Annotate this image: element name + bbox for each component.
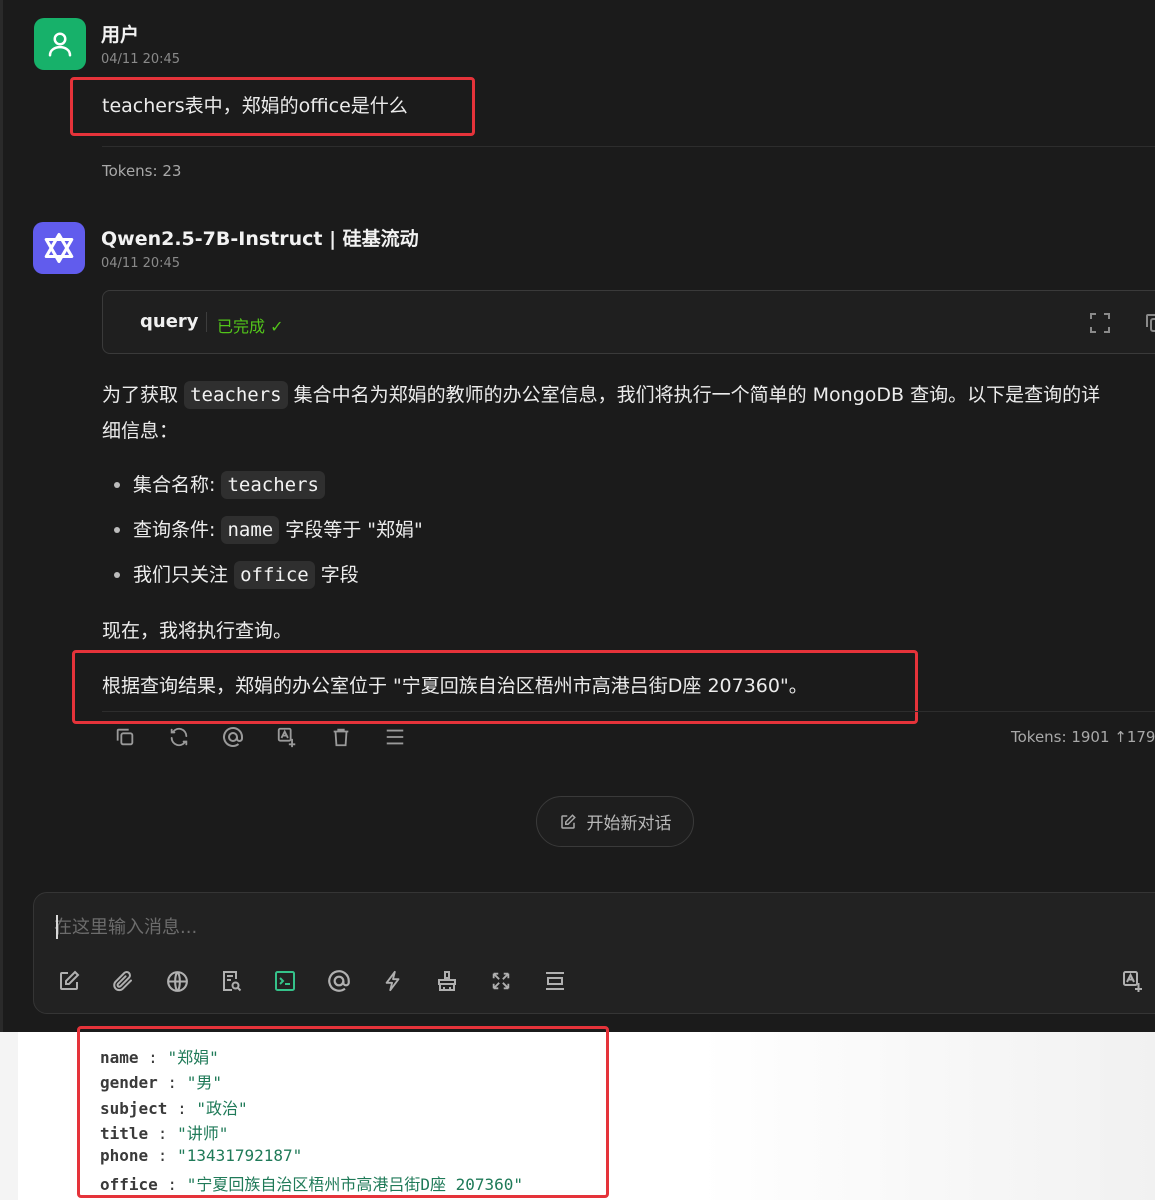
- bullet-item: 查询条件: name 字段等于 "郑娟": [133, 515, 423, 544]
- knowledge-search-icon[interactable]: [217, 967, 245, 995]
- tool-call-card[interactable]: query 已完成 ✓: [102, 290, 1155, 354]
- inline-code-teachers: teachers: [184, 381, 288, 409]
- user-message-time: 04/11 20:45: [101, 52, 181, 67]
- mention-icon[interactable]: [220, 724, 246, 750]
- context-icon[interactable]: [541, 967, 569, 995]
- bullet-dot: [114, 572, 120, 578]
- intro-line-2: 细信息：: [102, 420, 179, 442]
- message-composer: [33, 892, 1155, 1014]
- edit-icon: [560, 813, 576, 829]
- translate-icon[interactable]: [1119, 967, 1147, 995]
- highlight-box-answer: [72, 650, 918, 724]
- inline-code: teachers: [221, 471, 325, 499]
- lightning-icon[interactable]: [379, 967, 407, 995]
- translate-icon[interactable]: [274, 724, 300, 750]
- bot-avatar: [33, 222, 85, 274]
- message-divider: [102, 146, 1155, 147]
- qwen-logo-icon: [44, 232, 74, 264]
- chat-window: 用户 04/11 20:45 teachers表中，郑娟的office是什么 T…: [0, 0, 1155, 1032]
- now-text: 现在，我将执行查询。: [102, 620, 293, 642]
- tool-divider: [206, 312, 207, 332]
- user-icon: [48, 32, 72, 57]
- copy-icon[interactable]: [1143, 311, 1155, 339]
- user-token-count: Tokens: 23: [102, 162, 182, 180]
- edit-note-icon[interactable]: [55, 967, 83, 995]
- clear-broom-icon[interactable]: [433, 967, 461, 995]
- bullet-dot: [114, 482, 120, 488]
- regenerate-icon[interactable]: [166, 724, 192, 750]
- fullscreen-icon[interactable]: [487, 967, 515, 995]
- expand-icon[interactable]: [1088, 311, 1112, 339]
- intro-line-1: 为了获取 teachers 集合中名为郑娟的教师的办公室信息，我们将执行一个简单…: [102, 380, 1100, 409]
- left-border: [0, 0, 3, 1032]
- menu-icon[interactable]: [382, 724, 408, 750]
- bullet-item: 集合名称: teachers: [133, 470, 325, 499]
- bot-name: Qwen2.5-7B-Instruct | 硅基流动: [101, 228, 419, 250]
- bot-token-count: Tokens: 1901 ↑1793: [1011, 728, 1155, 746]
- copy-message-icon[interactable]: [112, 724, 138, 750]
- tool-name: query: [140, 311, 199, 332]
- bullet-item: 我们只关注 office 字段: [133, 560, 359, 589]
- bot-message-time: 04/11 20:45: [101, 256, 181, 271]
- inline-code: office: [234, 561, 315, 589]
- bullet-dot: [114, 527, 120, 533]
- user-name: 用户: [101, 24, 140, 46]
- new-chat-label: 开始新对话: [586, 814, 672, 834]
- terminal-icon[interactable]: [271, 967, 299, 995]
- highlight-box-question: [70, 77, 475, 136]
- message-input[interactable]: [54, 913, 754, 941]
- text-caret: [56, 915, 58, 939]
- tool-status: 已完成 ✓: [217, 317, 284, 336]
- attachment-icon[interactable]: [109, 967, 137, 995]
- globe-icon[interactable]: [163, 967, 191, 995]
- inline-code: name: [221, 516, 280, 544]
- message-divider: [102, 711, 1155, 712]
- highlight-box-record: [77, 1026, 609, 1198]
- user-avatar: [34, 18, 86, 70]
- delete-icon[interactable]: [328, 724, 354, 750]
- mention-icon[interactable]: [325, 967, 353, 995]
- new-chat-button[interactable]: 开始新对话: [536, 796, 694, 847]
